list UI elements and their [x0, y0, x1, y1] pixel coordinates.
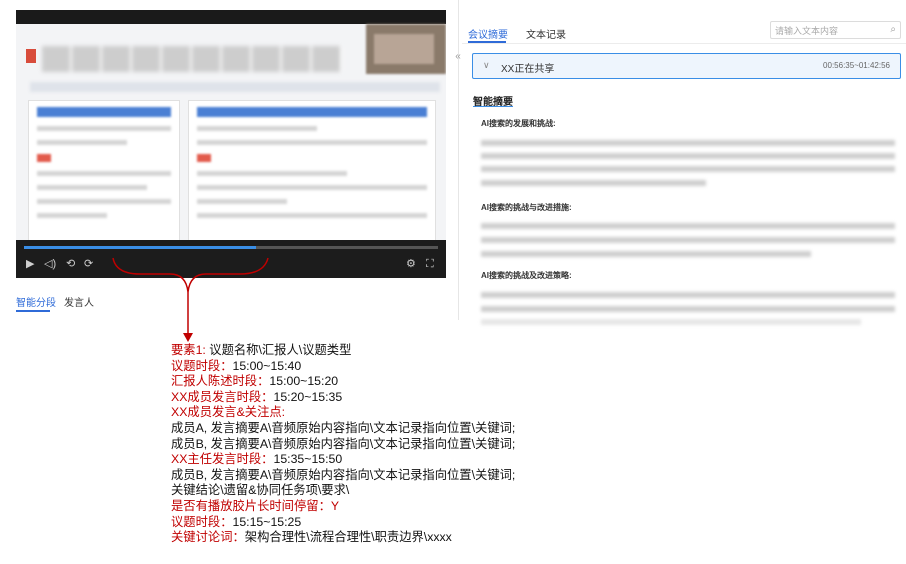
annotation-segment: 15:00~15:20 — [269, 374, 339, 389]
tabs-divider — [462, 43, 906, 44]
annotation-segment: 汇报人陈述时段： — [171, 374, 270, 389]
annotation-segment: 议题时段： — [171, 358, 233, 373]
blurred-text-line — [481, 180, 706, 186]
annotation-segment: 关键结论\遗留&协同任务项\要求\ — [171, 483, 350, 498]
rewind-icon[interactable]: ⟲ — [66, 258, 75, 270]
video-slide-frame — [16, 24, 446, 252]
progress-bar[interactable] — [24, 246, 438, 249]
annotation-segment: XX成员发言&关注点: — [171, 405, 286, 420]
annotation-line: 成员B, 发言摘要A\音频原始内容指向\文本记录指向位置\关键词; — [171, 437, 515, 453]
collapse-panel-icon[interactable]: « — [451, 50, 465, 64]
presenter-thumbnail — [366, 24, 446, 74]
play-icon[interactable]: ▶ — [26, 258, 34, 270]
video-controls: ▶ ◁) ⟲ ⟳ ⚙ ⛶ — [16, 240, 446, 278]
active-tab-indicator — [16, 310, 50, 312]
blurred-text-line — [481, 237, 895, 243]
annotation-line: XX成员发言时段：15:20~15:35 — [171, 390, 515, 406]
annotation-line: 成员A, 发言摘要A\音频原始内容指向\文本记录指向位置\关键词; — [171, 421, 515, 437]
annotation-line: 要素1: 议题名称\汇报人\议题类型 — [171, 343, 515, 359]
annotation-notes: 要素1: 议题名称\汇报人\议题类型 议题时段：15:00~15:40 汇报人陈述时… — [171, 343, 515, 546]
fullscreen-icon[interactable]: ⛶ — [426, 258, 434, 270]
blurred-text-line — [481, 166, 895, 172]
blurred-text-line — [481, 153, 895, 159]
text-search-box: ⌕ — [770, 21, 901, 39]
blurred-text-line — [481, 140, 895, 146]
annotation-segment: 15:20~15:35 — [273, 389, 343, 404]
progress-fill — [24, 246, 256, 249]
annotation-segment: XX主任发言时段： — [171, 452, 274, 467]
annotation-segment: 成员B, 发言摘要A\音频原始内容指向\文本记录指向位置\关键词; — [171, 436, 516, 451]
annotation-segment: 是否有播放胶片长时间停留：Y — [171, 498, 340, 513]
settings-icon[interactable]: ⚙ — [406, 258, 416, 270]
annotation-segment: 15:35~15:50 — [273, 452, 343, 467]
search-input[interactable] — [775, 24, 883, 37]
panel-divider — [458, 0, 459, 320]
annotation-segment: 15:00~15:40 — [232, 358, 302, 373]
volume-icon[interactable]: ◁) — [44, 258, 56, 270]
annotation-segment: 议题名称\汇报人\议题类型 — [209, 343, 352, 357]
annotation-segment: 要素1: — [171, 343, 210, 357]
summary-section-title: AI搜索的挑战及改进策略: — [481, 271, 572, 280]
slide-card-left — [28, 100, 180, 252]
annotation-segment: 成员B, 发言摘要A\音频原始内容指向\文本记录指向位置\关键词; — [171, 467, 516, 482]
video-player[interactable]: ▶ ◁) ⟲ ⟳ ⚙ ⛶ — [16, 10, 446, 278]
slide-title-blurred — [42, 46, 342, 72]
forward-icon[interactable]: ⟳ — [84, 258, 93, 270]
annotation-line: 议题时段：15:00~15:40 — [171, 359, 515, 375]
annotation-line: XX主任发言时段：15:35~15:50 — [171, 452, 515, 468]
annotation-segment: 架构合理性\流程合理性\职责边界\xxxx — [244, 530, 452, 545]
tab-speaker[interactable]: 发言人 — [64, 294, 94, 309]
smart-summary-title: 智能摘要 — [473, 97, 513, 108]
tab-meeting-summary[interactable]: 会议摘要 — [468, 26, 508, 41]
slide-title-marker — [26, 49, 36, 63]
summary-section-title: AI搜索的挑战与改进措施: — [481, 203, 572, 212]
blurred-text-line — [481, 251, 811, 257]
annotation-segment: 议题时段： — [171, 514, 233, 529]
annotation-line: XX成员发言&关注点: — [171, 405, 515, 421]
annotation-line: 汇报人陈述时段：15:00~15:20 — [171, 374, 515, 390]
annotation-line: 议题时段：15:15~15:25 — [171, 515, 515, 531]
annotation-line: 是否有播放胶片长时间停留：Y — [171, 499, 515, 515]
annotation-line: 成员B, 发言摘要A\音频原始内容指向\文本记录指向位置\关键词; — [171, 468, 515, 484]
sharing-time-range: 00:56:35~01:42:56 — [823, 61, 890, 70]
tab-text-record[interactable]: 文本记录 — [526, 26, 566, 41]
blurred-text-line — [481, 319, 861, 325]
slide-subtitle-blurred — [30, 82, 440, 92]
annotation-segment: 成员A, 发言摘要A\音频原始内容指向\文本记录指向位置\关键词; — [171, 420, 516, 435]
blurred-text-line — [481, 292, 895, 298]
tab-smart-segment[interactable]: 智能分段 — [16, 294, 56, 309]
annotation-line: 关键讨论词：架构合理性\流程合理性\职责边界\xxxx — [171, 530, 515, 546]
sharing-segment[interactable]: ∨ XX正在共享 00:56:35~01:42:56 — [472, 53, 901, 79]
annotation-arrowhead — [183, 333, 193, 342]
chevron-down-icon: ∨ — [483, 60, 490, 70]
sharing-label: XX正在共享 — [501, 64, 555, 75]
blurred-text-line — [481, 306, 895, 312]
slide-card-right — [188, 100, 436, 252]
video-top-bar — [16, 10, 446, 24]
annotation-segment: 关键讨论词： — [171, 530, 245, 545]
annotation-segment: XX成员发言时段： — [171, 389, 274, 404]
blurred-text-line — [481, 223, 895, 229]
search-icon[interactable]: ⌕ — [890, 24, 896, 36]
annotation-line: 关键结论\遗留&协同任务项\要求\ — [171, 483, 515, 499]
annotation-segment: 15:15~15:25 — [232, 514, 302, 529]
summary-section-title: AI搜索的发展和挑战: — [481, 119, 556, 128]
